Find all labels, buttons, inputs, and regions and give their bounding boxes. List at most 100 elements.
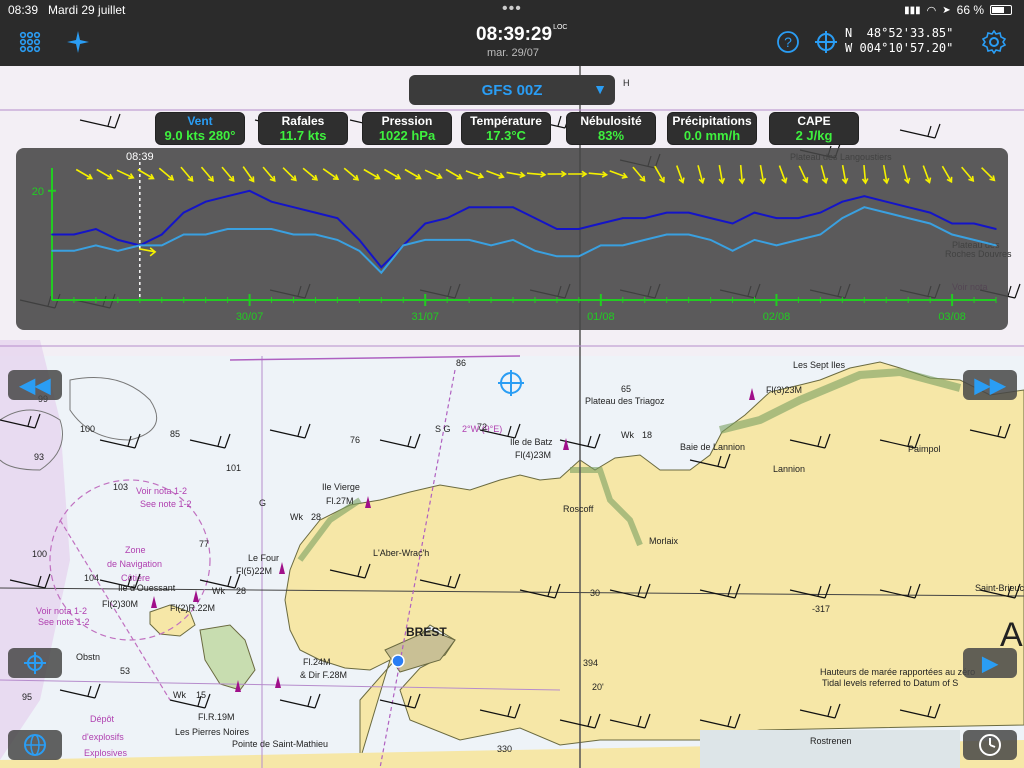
map-label: -317 (812, 604, 830, 614)
map-label: 100 (32, 549, 47, 559)
map-label: See note 1-2 (38, 617, 90, 627)
series-point (226, 195, 229, 198)
map-label: Saint-Brieuc (975, 583, 1024, 593)
series-point (643, 239, 646, 241)
param-button-4[interactable]: Température 17.3°C (461, 112, 551, 145)
map-label: Roscoff (563, 504, 594, 514)
series-point (863, 195, 866, 198)
map-label: H (623, 78, 630, 88)
locate-button[interactable] (8, 648, 62, 678)
map-label: 394 (583, 658, 598, 668)
series-point (687, 211, 690, 214)
series-point (292, 233, 295, 236)
map-label: d'explosifs (82, 732, 124, 742)
map-label: Wk (173, 690, 186, 700)
series-point (709, 217, 712, 219)
map-label: 65 (621, 384, 631, 394)
crosshair-icon[interactable] (812, 28, 840, 56)
series-point (797, 239, 800, 241)
series-point (402, 244, 405, 247)
map-label: 30 (590, 588, 600, 598)
model-label: GFS 00Z (481, 81, 543, 99)
latitude: N 48°52'33.85" (845, 26, 954, 40)
series-point (907, 206, 909, 208)
map-label: 18 (642, 430, 652, 440)
map-label: Voir nota 1-2 (136, 486, 187, 496)
param-button-2[interactable]: Rafales 11.7 kts (258, 112, 348, 145)
param-label: Rafales (281, 114, 325, 128)
meteogram-chart[interactable]: 30/07 31/07 01/08 02/08 03/08 20 08:39 (16, 148, 1008, 330)
wind-arrow (632, 166, 646, 182)
map-label: Hauteurs de marée rapportées au zéro (820, 667, 975, 677)
series-point (973, 222, 975, 225)
wind-arrow (445, 168, 463, 180)
wind-arrow (343, 167, 359, 181)
crosshair-icon (24, 652, 46, 674)
series-point (468, 206, 470, 208)
map-label: Fl(3)23M (766, 385, 802, 395)
globe-icon (24, 734, 46, 756)
series-point (182, 233, 185, 236)
series-point (556, 228, 558, 230)
series-point (73, 233, 75, 236)
map-label: 77 (199, 539, 209, 549)
model-selector[interactable]: GFS 00Z ▼ (409, 75, 615, 105)
multitask-dots-icon[interactable]: ••• (502, 0, 522, 18)
series-point (665, 211, 668, 214)
series-point (775, 244, 778, 247)
series-point (951, 233, 953, 236)
map-label: S G (435, 424, 451, 434)
settings-gear-icon[interactable] (980, 28, 1008, 56)
series-point (621, 244, 624, 247)
map-label: Zone (125, 545, 146, 555)
param-label: Pression (381, 114, 433, 128)
map-label: Explosives (84, 748, 128, 758)
series-point (336, 217, 339, 219)
wind-arrow (96, 168, 113, 180)
param-button-6[interactable]: Précipitations 0.0 mm/h (667, 112, 757, 145)
map-label: 76 (350, 435, 360, 445)
series-line-1 (52, 189, 997, 269)
map-label: 28 (236, 586, 246, 596)
map-label: Côtière (121, 573, 150, 583)
series-point (534, 217, 536, 219)
map-label: Fl(2)R.22M (170, 603, 215, 613)
play-button[interactable]: ▶ (963, 648, 1017, 678)
current-position-marker[interactable] (391, 654, 405, 668)
signal-icon: ▮▮▮ (904, 4, 921, 16)
globe-button[interactable] (8, 730, 62, 760)
param-button-3[interactable]: Pression 1022 hPa (362, 112, 452, 145)
play-icon: ▶ (982, 652, 998, 675)
wifi-icon: ◠ (926, 4, 937, 17)
x-tick-label: 03/08 (938, 311, 966, 323)
series-point (160, 244, 163, 247)
rewind-button[interactable]: ◀◀ (8, 370, 62, 400)
wind-arrow (322, 168, 339, 180)
map-label: Pointe de Saint-Mathieu (232, 739, 328, 749)
compass-star-icon[interactable] (64, 28, 92, 56)
clock-button[interactable] (963, 730, 1017, 760)
wind-arrow (262, 166, 276, 182)
series-point (600, 244, 602, 247)
dropdown-triangle-icon: ▼ (593, 81, 607, 97)
series-point (995, 244, 997, 247)
wind-arrow (404, 168, 421, 180)
grid-menu-icon[interactable] (16, 28, 44, 56)
map-label: Les Sept Iles (793, 360, 846, 370)
map-label: 100 (80, 424, 95, 434)
map-label: Baie de Lannion (680, 442, 745, 452)
param-button-5[interactable]: Nébulosité 83% (566, 112, 656, 145)
time-cursor-label: 08:39 (126, 151, 154, 163)
param-label: CAPE (797, 114, 831, 128)
map-label: Les Pierres Noires (175, 727, 250, 737)
param-button-7[interactable]: CAPE 2 J/kg (769, 112, 859, 145)
help-icon[interactable]: ? (774, 28, 802, 56)
wind-arrow (302, 167, 318, 181)
series-point (204, 233, 207, 236)
series-point (314, 233, 317, 236)
param-button-1[interactable]: Vent 9.0 kts 280° (155, 112, 245, 145)
series-point (512, 239, 514, 241)
fast-forward-button[interactable]: ▶▶ (963, 370, 1017, 400)
map-label: 104 (84, 573, 99, 583)
meteogram-panel[interactable]: 30/07 31/07 01/08 02/08 03/08 20 08:39 (16, 148, 1008, 330)
